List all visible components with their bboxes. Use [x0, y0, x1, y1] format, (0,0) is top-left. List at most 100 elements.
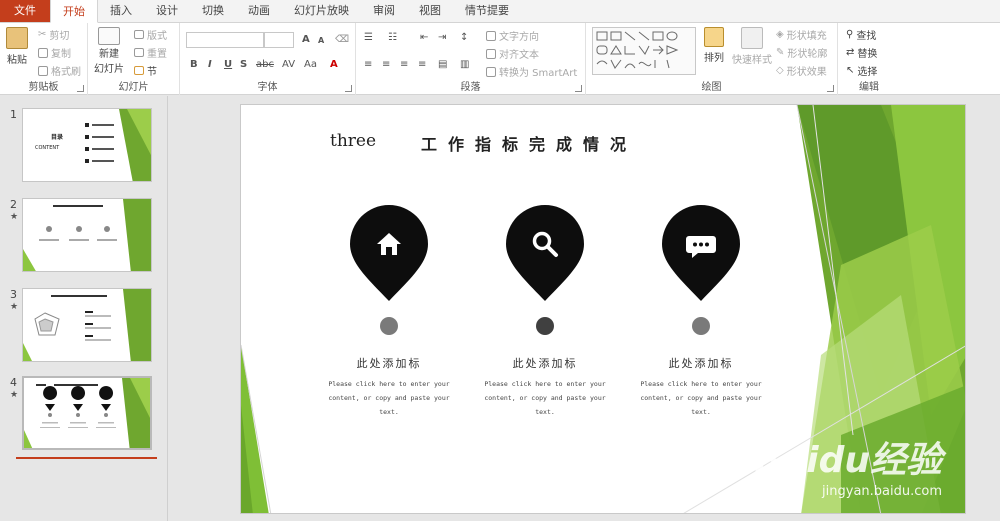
reset-icon: [134, 48, 144, 57]
editing-label: 编辑: [859, 82, 879, 93]
bullets-button[interactable]: ☰: [364, 32, 373, 43]
line-spacing-button[interactable]: ↕: [460, 32, 468, 43]
justify-button[interactable]: ≡: [418, 59, 426, 70]
arrange-icon: [704, 27, 724, 47]
layout-button[interactable]: 版式: [134, 27, 167, 42]
font-launcher[interactable]: [345, 85, 352, 92]
change-case-button[interactable]: Aa: [304, 59, 317, 70]
align-text-button[interactable]: 对齐文本: [486, 46, 539, 61]
reset-button[interactable]: 重置: [134, 45, 167, 60]
tab-transitions[interactable]: 切换: [190, 0, 236, 22]
pin-marker-3: [662, 205, 740, 301]
paragraph-group: ☰ ☷ ⇤ ⇥ ↕ 文字方向 对齐文本 转换为 SmartArt ≡ ≡ ≡ ≡…: [356, 23, 586, 95]
ribbon-tabs: 文件 开始 插入 设计 切换 动画 幻灯片放映 审阅 视图 情节提要: [0, 0, 1000, 23]
slide-thumbnails-pane: 1 目录 CONTENT 2 ★ 3 ★ 4 ★: [0, 96, 168, 521]
tab-insert[interactable]: 插入: [98, 0, 144, 22]
slide-thumbnail-3-preview: [22, 288, 152, 362]
slide-thumbnail-3[interactable]: 3 ★: [8, 288, 158, 368]
tab-view[interactable]: 视图: [407, 0, 453, 22]
align-center-button[interactable]: ≡: [382, 59, 390, 70]
new-slide-icon: [98, 27, 120, 45]
slide-thumbnail-1[interactable]: 1 目录 CONTENT: [8, 108, 158, 188]
tab-slideshow[interactable]: 幻灯片放映: [282, 0, 361, 22]
shadow-button[interactable]: S: [240, 59, 247, 70]
binoculars-icon: ⚲: [846, 29, 854, 40]
clipboard-group: 粘贴 ✂ 剪切 复制 格式刷 剪贴板: [0, 23, 88, 95]
shapes-gallery-icons: [596, 31, 679, 69]
paragraph-launcher[interactable]: [575, 85, 582, 92]
increase-indent-button[interactable]: ⇥: [438, 32, 446, 43]
smartart-button[interactable]: 转换为 SmartArt: [486, 64, 577, 79]
new-slide-button[interactable]: 新建 幻灯片: [94, 27, 124, 75]
font-label: 字体: [257, 82, 278, 93]
font-color-button[interactable]: A: [330, 59, 338, 70]
tab-file[interactable]: 文件: [0, 0, 50, 22]
slides-group: 新建 幻灯片 版式 重置 节 幻灯片: [88, 23, 180, 95]
copy-icon: [38, 47, 48, 58]
shrink-font-button[interactable]: A: [318, 36, 324, 45]
effects-icon: ◇: [776, 65, 784, 76]
paste-button[interactable]: 粘贴: [6, 27, 28, 66]
shape-effects-button[interactable]: ◇ 形状效果: [776, 63, 827, 78]
align-left-button[interactable]: ≡: [364, 59, 372, 70]
svg-text:目录: 目录: [51, 133, 63, 141]
cut-button[interactable]: ✂ 剪切: [38, 27, 69, 42]
marker-dot-3: [692, 317, 710, 335]
align-text-icon: [486, 48, 496, 59]
shape-outline-button[interactable]: ✎ 形状轮廓: [776, 45, 827, 60]
font-family-select[interactable]: [186, 32, 264, 48]
shapes-gallery[interactable]: [592, 27, 696, 75]
text-direction-icon: [486, 30, 496, 41]
replace-button[interactable]: ⇄ 替换: [846, 45, 877, 60]
slide-thumbnail-4[interactable]: 4 ★: [8, 376, 158, 456]
decrease-indent-button[interactable]: ⇤: [420, 32, 428, 43]
arrange-button[interactable]: 排列: [704, 27, 724, 64]
shape-fill-button[interactable]: ◈ 形状填充: [776, 27, 827, 42]
quick-styles-icon: [741, 27, 763, 49]
columns-button[interactable]: ▥: [460, 59, 469, 70]
font-size-select[interactable]: [264, 32, 294, 48]
italic-button[interactable]: I: [208, 59, 212, 70]
cursor-icon: ↖: [846, 65, 855, 76]
text-direction-button[interactable]: 文字方向: [486, 28, 539, 43]
ribbon-home: 粘贴 ✂ 剪切 复制 格式刷 剪贴板 新建 幻灯片 版式 重置 节 幻灯片 A …: [0, 23, 1000, 95]
slides-label: 幻灯片: [118, 82, 149, 93]
tab-home[interactable]: 开始: [50, 0, 98, 23]
tab-storyboarding[interactable]: 情节提要: [453, 0, 521, 22]
clipboard-launcher[interactable]: [77, 85, 84, 92]
paragraph-label: 段落: [460, 82, 481, 93]
tab-review[interactable]: 审阅: [361, 0, 407, 22]
quick-styles-button[interactable]: 快速样式: [732, 27, 772, 66]
font-group: A A ⌫ B I U S abc AV Aa A 字体: [180, 23, 356, 95]
thumbnail-2-graphic: [23, 199, 151, 271]
find-button[interactable]: ⚲ 查找: [846, 27, 876, 42]
slide-title: 工作指标完成情况: [421, 135, 638, 154]
tab-animations[interactable]: 动画: [236, 0, 282, 22]
numbering-button[interactable]: ☷: [388, 32, 397, 43]
align-right-button[interactable]: ≡: [400, 59, 408, 70]
copy-button[interactable]: 复制: [38, 45, 71, 60]
slide-thumbnail-2[interactable]: 2 ★: [8, 198, 158, 278]
grow-font-button[interactable]: A: [302, 34, 310, 45]
format-painter-button[interactable]: 格式刷: [38, 63, 81, 78]
editing-group: ⚲ 查找 ⇄ 替换 ↖ 选择 编辑: [838, 23, 900, 95]
underline-button[interactable]: U: [224, 59, 232, 70]
slide-thumbnail-2-preview: [22, 198, 152, 272]
drawing-launcher[interactable]: [827, 85, 834, 92]
drawing-label: 绘图: [701, 82, 722, 93]
section-button[interactable]: 节: [134, 63, 157, 78]
pen-icon: ✎: [776, 47, 785, 58]
brush-icon: [38, 65, 48, 76]
svg-text:CONTENT: CONTENT: [35, 145, 60, 151]
char-spacing-button[interactable]: AV: [282, 59, 295, 70]
clear-format-button[interactable]: ⌫: [335, 34, 349, 45]
layout-icon: [134, 30, 144, 39]
distribute-button[interactable]: ▤: [438, 59, 447, 70]
strikethrough-button[interactable]: abc: [256, 59, 274, 70]
bold-button[interactable]: B: [190, 59, 198, 70]
paste-icon: [6, 27, 28, 49]
select-button[interactable]: ↖ 选择: [846, 63, 877, 78]
tab-design[interactable]: 设计: [144, 0, 190, 22]
clipboard-label: 剪贴板: [28, 82, 59, 93]
smartart-icon: [486, 66, 496, 77]
